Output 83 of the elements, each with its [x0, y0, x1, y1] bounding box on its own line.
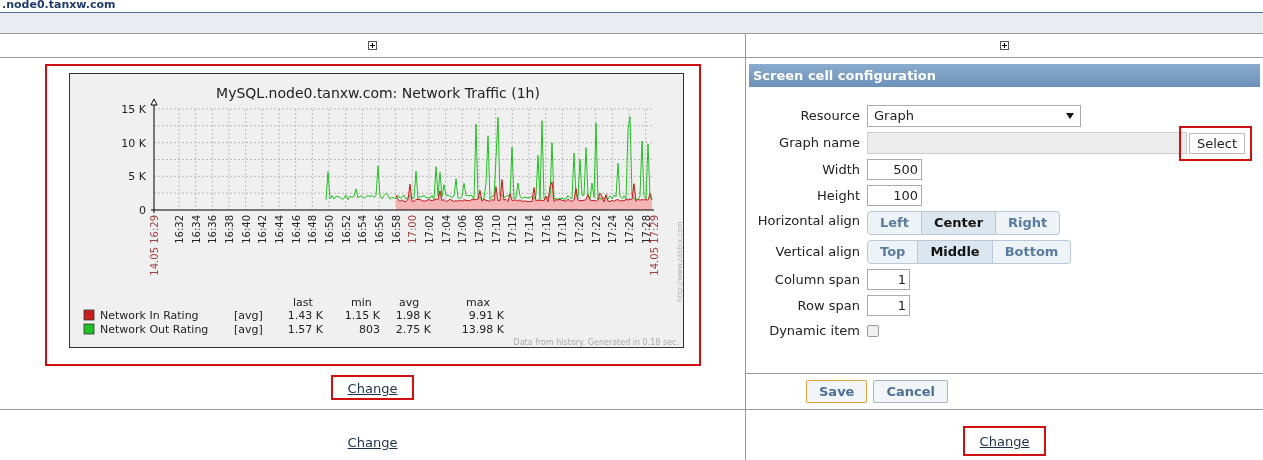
select-button[interactable]: Select — [1189, 132, 1246, 154]
x-axis-label: 17:26 — [623, 215, 635, 244]
panel-header: Screen cell configuration — [749, 64, 1260, 87]
field-label: Column span — [773, 270, 861, 289]
x-axis-label: 17:04 — [440, 215, 452, 244]
x-axis-label: 16:56 — [373, 215, 385, 244]
field-label: Row span — [796, 296, 861, 315]
legend-header: max — [465, 296, 490, 309]
legend-header: last — [292, 296, 313, 309]
number-field[interactable]: 100 — [867, 185, 922, 206]
dynamic-checkbox[interactable] — [867, 325, 879, 337]
x-axis-label: 16:48 — [306, 215, 318, 244]
x-axis-label: 16:38 — [223, 215, 235, 244]
legend-function: [avg] — [233, 323, 263, 336]
x-axis-label: 16:50 — [323, 215, 335, 244]
y-axis-label: 15 K — [120, 103, 146, 116]
legend-value: 9.91 K — [468, 309, 504, 322]
align-option[interactable]: Center — [922, 211, 997, 235]
x-axis-label: 16:42 — [256, 215, 268, 244]
change-link[interactable]: Change — [347, 432, 398, 452]
align-option[interactable]: Left — [867, 211, 922, 235]
legend-value: 803 — [358, 323, 380, 336]
number-field[interactable]: 1 — [867, 269, 910, 290]
legend-value: 1.98 K — [395, 309, 431, 322]
x-axis-label: 16:40 — [240, 215, 252, 244]
x-axis-label: 17:18 — [556, 215, 568, 244]
field-label: Height — [816, 186, 861, 205]
x-axis-label: 17:20 — [573, 215, 585, 244]
y-axis-label: 10 K — [120, 136, 146, 150]
x-axis-label: 17:06 — [456, 215, 468, 244]
field-label: Resource — [799, 107, 861, 125]
change-link[interactable]: Change — [347, 381, 398, 396]
dropdown-caret-icon — [1066, 113, 1074, 119]
legend-value: 13.98 K — [461, 323, 504, 336]
legend-name: Network In Rating — [99, 309, 199, 322]
x-axis-label: 17:10 — [490, 215, 502, 244]
expand-icon[interactable] — [1000, 41, 1009, 50]
resource-dropdown[interactable]: Graph — [867, 105, 1081, 127]
number-field[interactable]: 1 — [867, 295, 910, 316]
expand-icon[interactable] — [368, 41, 377, 50]
align-option[interactable]: Right — [996, 211, 1061, 235]
x-axis-label: 16:58 — [390, 215, 402, 244]
x-axis-label: 17:14 — [523, 215, 535, 244]
align-option[interactable]: Bottom — [992, 240, 1072, 264]
cancel-button[interactable]: Cancel — [873, 380, 948, 403]
x-axis-label: 16:36 — [206, 215, 218, 244]
x-axis-label: 17:12 — [506, 215, 518, 244]
x-axis-label: 17:08 — [473, 215, 485, 244]
x-axis-label: 16:52 — [340, 215, 352, 244]
legend-header: min — [350, 296, 372, 309]
field-label: Vertical align — [774, 243, 861, 261]
x-axis-label: 16:34 — [190, 215, 202, 244]
field-label: Dynamic item — [768, 322, 861, 340]
save-button[interactable]: Save — [806, 380, 868, 403]
graph-name-field[interactable] — [867, 132, 1187, 154]
x-axis-label: 17:24 — [606, 215, 618, 244]
number-field[interactable]: 500 — [867, 159, 922, 180]
page-title: .node0.tanxw.com — [1, 0, 116, 10]
align-option[interactable]: Top — [867, 240, 919, 264]
x-axis-label: 17:00 — [406, 215, 418, 244]
align-option[interactable]: Middle — [918, 240, 993, 264]
legend-value: 2.75 K — [395, 323, 431, 336]
x-axis-label: 16:32 — [173, 215, 185, 244]
x-axis-label: 16:46 — [290, 215, 302, 244]
legend-value: 1.15 K — [344, 309, 380, 322]
field-label: Horizontal align — [756, 212, 861, 230]
y-axis-label: 5 K — [127, 170, 146, 184]
x-axis-label: 16:44 — [273, 215, 285, 244]
field-label: Graph name — [778, 134, 861, 152]
y-axis-label: 0 — [138, 204, 146, 217]
x-axis-label: 17:16 — [540, 215, 552, 244]
x-axis-label: 17:02 — [423, 215, 435, 244]
x-axis-label: 14.05 16:29 — [148, 215, 160, 276]
legend-value: 1.57 K — [287, 323, 323, 336]
graph-title: MySQL.node0.tanxw.com: Network Traffic (1h) — [215, 85, 540, 101]
legend-function: [avg] — [233, 309, 263, 322]
change-link[interactable]: Change — [979, 434, 1030, 449]
x-axis-label: 17:22 — [590, 215, 602, 244]
field-label: Width — [821, 160, 861, 179]
legend-name: Network Out Rating — [99, 323, 208, 336]
legend-value: 1.43 K — [287, 309, 323, 322]
legend-header: avg — [398, 296, 419, 309]
x-axis-label: 16:54 — [356, 215, 368, 244]
